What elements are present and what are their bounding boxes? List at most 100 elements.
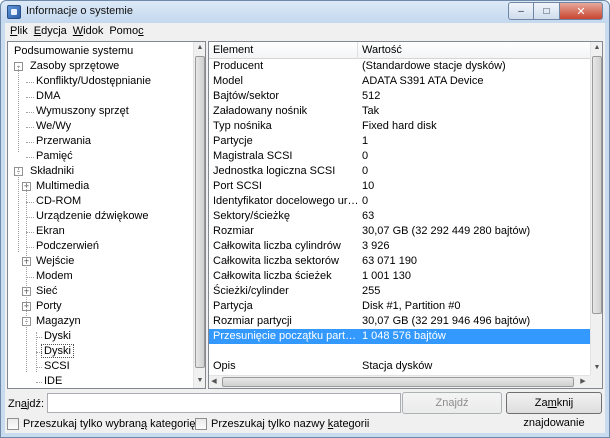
tree-item[interactable]: Zasoby sprzętowe — [28, 59, 121, 74]
search-selected-category-option[interactable]: Przeszukaj tylko wybraną kategorię — [7, 418, 195, 430]
tree-scroll-thumb[interactable] — [195, 56, 205, 368]
tree-connector — [26, 157, 34, 158]
scroll-left-icon[interactable]: ◀ — [209, 376, 219, 388]
table-row[interactable]: Bajtów/sektor 512 — [209, 89, 591, 104]
title-bar[interactable]: Informacje o systemie – □ ✕ — [1, 1, 609, 23]
tree-item[interactable]: Multimedia — [34, 179, 91, 194]
column-header-value[interactable]: Wartość — [362, 44, 402, 56]
details-vertical-scrollbar[interactable]: ▲ ▼ — [590, 42, 602, 375]
tree-item[interactable]: Porty — [34, 299, 64, 314]
tree-connector — [26, 232, 34, 233]
tree-item[interactable]: Dyski — [42, 329, 73, 344]
tree-connector — [26, 217, 34, 218]
menu-pomoc[interactable]: Pomoc — [106, 25, 146, 37]
row-value-cell: 10 — [362, 180, 375, 192]
scroll-up-icon[interactable]: ▲ — [592, 42, 602, 54]
row-value-cell: Stacja dysków — [362, 360, 433, 372]
column-header-element[interactable]: Element — [213, 44, 253, 56]
table-row[interactable]: Załadowany nośnik Tak — [209, 104, 591, 119]
tree-item-label: Porty — [36, 300, 62, 312]
menu-bar: Plik Edycja Widok Pomoc — [5, 23, 605, 39]
row-element-cell: Rozmiar partycji — [213, 315, 292, 327]
tree-item[interactable]: Konflikty/Udostępnianie — [34, 74, 153, 89]
tree-item[interactable]: Wymuszony sprzęt — [34, 104, 131, 119]
search-selected-category-checkbox[interactable] — [7, 418, 19, 430]
table-row[interactable]: Producent (Standardowe stacje dysków) — [209, 59, 591, 74]
row-value-cell: 30,07 GB (32 291 946 496 bajtów) — [362, 315, 531, 327]
details-horizontal-scrollbar[interactable]: ◀ ▶ — [209, 375, 591, 388]
tree-connector — [26, 97, 34, 98]
tree-item[interactable]: Podczerwień — [34, 239, 101, 254]
category-tree[interactable]: ▲ ▼ Podsumowanie systemu Zasoby sprzętowe… — [7, 41, 206, 389]
tree-item[interactable]: Składniki — [28, 164, 76, 179]
scroll-down-icon[interactable]: ▼ — [195, 375, 205, 387]
scroll-right-icon[interactable]: ▶ — [578, 376, 588, 388]
tree-item[interactable]: Urządzenie dźwiękowe — [34, 209, 151, 224]
table-row[interactable]: Typ nośnika Fixed hard disk — [209, 119, 591, 134]
row-value-cell: 63 071 190 — [362, 255, 418, 267]
close-button[interactable]: ✕ — [560, 2, 603, 20]
tree-item[interactable]: DMA — [34, 89, 62, 104]
table-row[interactable]: Rozmiar 30,07 GB (32 292 449 280 bajtów) — [209, 224, 591, 239]
search-category-names-checkbox[interactable] — [195, 418, 207, 430]
table-row[interactable]: Opis Stacja dysków — [209, 359, 591, 374]
tree-item[interactable]: Dyski — [41, 344, 74, 359]
table-row[interactable]: Partycje 1 — [209, 134, 591, 149]
tree-vertical-scrollbar[interactable]: ▲ ▼ — [193, 42, 205, 388]
table-row[interactable]: Całkowita liczba ścieżek 1 001 130 — [209, 269, 591, 284]
details-list[interactable]: Element Wartość Producent (Standardowe st… — [208, 41, 603, 389]
tree-item-label: Dyski — [41, 344, 74, 358]
tree-item[interactable]: CD-ROM — [34, 194, 83, 209]
table-row[interactable]: Identyfikator docelowego urzą... 0 — [209, 194, 591, 209]
table-row[interactable]: Całkowita liczba cylindrów 3 926 — [209, 239, 591, 254]
table-row[interactable]: Port SCSI 10 — [209, 179, 591, 194]
table-row[interactable]: Model ADATA S391 ATA Device — [209, 74, 591, 89]
table-row[interactable]: Ścieżki/cylinder 255 — [209, 284, 591, 299]
table-row[interactable]: Przesunięcie początku partycji 1 048 576 … — [209, 329, 591, 344]
minimize-button[interactable]: – — [508, 2, 534, 20]
row-element-cell: Sektory/ścieżkę — [213, 210, 291, 222]
details-hscroll-thumb[interactable] — [222, 377, 574, 387]
table-row[interactable] — [209, 344, 591, 359]
find-button[interactable]: Znajdź — [402, 392, 502, 414]
tree-connector — [26, 277, 34, 278]
row-element-cell: Typ nośnika — [213, 120, 272, 132]
row-element-cell: Ścieżki/cylinder — [213, 285, 289, 297]
scroll-up-icon[interactable]: ▲ — [195, 42, 205, 54]
search-category-names-option[interactable]: Przeszukaj tylko nazwy kategorii — [195, 418, 369, 430]
table-row[interactable]: Rozmiar partycji 30,07 GB (32 291 946 496… — [209, 314, 591, 329]
tree-item[interactable]: Magazyn — [34, 314, 83, 329]
menu-plik[interactable]: Plik — [7, 25, 31, 37]
row-element-cell: Przesunięcie początku partycji — [213, 330, 359, 342]
column-separator[interactable] — [357, 42, 358, 59]
tree-item-label: Urządzenie dźwiękowe — [36, 210, 149, 222]
tree-item[interactable]: Podsumowanie systemu — [12, 44, 135, 59]
table-row[interactable]: Jednostka logiczna SCSI 0 — [209, 164, 591, 179]
tree-item-label: Podczerwień — [36, 240, 99, 252]
table-row[interactable]: Sektory/ścieżkę 63 — [209, 209, 591, 224]
tree-item[interactable]: Ekran — [34, 224, 67, 239]
details-scroll-thumb[interactable] — [592, 56, 602, 314]
tree-item[interactable]: We/Wy — [34, 119, 73, 134]
tree-item[interactable]: Pamięć — [34, 149, 75, 164]
search-category-names-label: Przeszukaj tylko nazwy kategorii — [211, 418, 370, 430]
menu-edycja[interactable]: Edycja — [31, 25, 70, 37]
tree-item[interactable]: Modem — [34, 269, 75, 284]
tree-item[interactable]: SCSI — [42, 359, 72, 374]
tree-item[interactable]: Przerwania — [34, 134, 93, 149]
menu-widok[interactable]: Widok — [70, 25, 107, 37]
close-find-button[interactable]: Zamknij znajdowanie — [506, 392, 602, 429]
row-element-cell: Załadowany nośnik — [213, 105, 308, 117]
tree-item-label: Zasoby sprzętowe — [30, 60, 120, 72]
table-row[interactable]: Partycja Disk #1, Partition #0 — [209, 299, 591, 314]
tree-item[interactable]: Wejście — [34, 254, 76, 269]
table-row[interactable]: Całkowita liczba sektorów 63 071 190 — [209, 254, 591, 269]
table-row[interactable]: Magistrala SCSI 0 — [209, 149, 591, 164]
tree-item[interactable]: Sieć — [34, 284, 59, 299]
tree-connector — [26, 182, 27, 372]
find-input[interactable] — [47, 393, 401, 413]
tree-item[interactable]: IDE — [42, 374, 64, 388]
row-element-cell: Model — [213, 75, 243, 87]
scroll-down-icon[interactable]: ▼ — [592, 362, 602, 374]
maximize-button[interactable]: □ — [534, 2, 560, 20]
